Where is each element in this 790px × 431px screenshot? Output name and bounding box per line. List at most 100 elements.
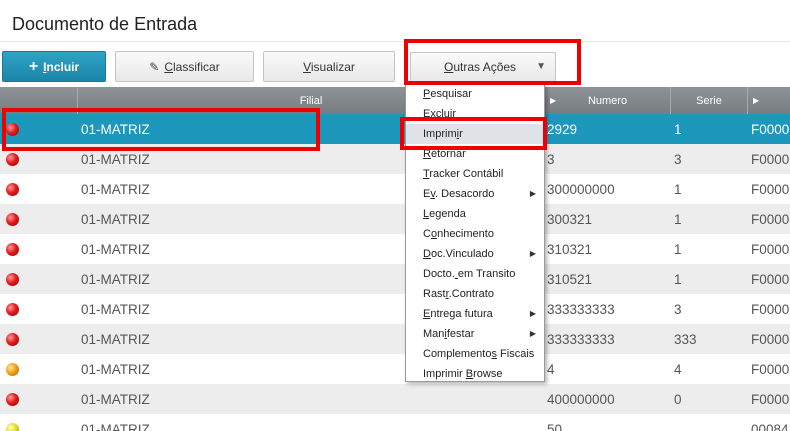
status-cell <box>0 204 78 234</box>
visualizar-button[interactable]: Visualizar <box>263 51 395 82</box>
menu-item-label: Doc.Vinculado <box>423 248 494 260</box>
serie-cell: 3 <box>674 151 682 167</box>
numero-cell: 2929 <box>547 121 578 137</box>
table-row[interactable]: 01-MATRIZ 50 00084 <box>0 414 790 431</box>
menu-item[interactable]: Docto. em Transito <box>406 264 544 284</box>
numero-cell: 4 <box>547 361 555 377</box>
status-red-icon <box>6 392 19 406</box>
status-red-icon <box>6 302 19 316</box>
status-cell <box>0 234 78 264</box>
table-row[interactable]: 01-MATRIZ 300000000 1 F0000 <box>0 174 790 204</box>
column-header-numero[interactable]: ▶ Numero <box>545 87 671 114</box>
plus-icon: + <box>28 57 39 75</box>
fornecedor-cell: F0000 <box>751 361 790 377</box>
numero-cell: 3 <box>547 151 555 167</box>
serie-cell: 1 <box>674 121 682 137</box>
fornecedor-cell: F0000 <box>751 181 790 197</box>
menu-item-label: Legenda <box>423 208 466 220</box>
menu-item-label: Imprimir Browse <box>423 368 503 380</box>
numero-cell: 50 <box>547 421 563 431</box>
numero-cell: 300321 <box>547 211 593 227</box>
fornecedor-cell: F0000 <box>751 151 790 167</box>
fornecedor-cell: F0000 <box>751 271 790 287</box>
column-header-fornecedor[interactable]: ▶ <box>748 87 790 114</box>
status-yellow-icon <box>6 422 19 431</box>
status-orange-icon <box>6 362 19 376</box>
menu-item[interactable]: Doc.Vinculado ▶ <box>406 244 544 264</box>
page-title: Documento de Entrada <box>12 14 198 34</box>
serie-cell: 1 <box>674 241 682 257</box>
menu-item[interactable]: Ev. Desacordo ▶ <box>406 184 544 204</box>
numero-cell: 300000000 <box>547 181 615 197</box>
menu-item[interactable]: Manifestar ▶ <box>406 324 544 344</box>
menu-item-label: Rastr.Contrato <box>423 288 494 300</box>
status-red-icon <box>6 152 19 166</box>
filial-cell: 01-MATRIZ <box>81 421 150 431</box>
red-highlight-selected-row <box>2 108 320 151</box>
submenu-arrow-icon: ▶ <box>529 309 536 318</box>
classificar-label: Classificar <box>164 59 220 74</box>
menu-item-label: Complementos Fiscais <box>423 348 535 360</box>
table-row[interactable]: 01-MATRIZ 300321 1 F0000 <box>0 204 790 234</box>
menu-item[interactable]: Complementos Fiscais <box>406 344 544 364</box>
status-cell <box>0 264 78 294</box>
title-divider <box>0 41 790 42</box>
status-cell <box>0 324 78 354</box>
table-row[interactable]: 01-MATRIZ 333333333 333 F0000 <box>0 324 790 354</box>
fornecedor-cell: F0000 <box>751 391 790 407</box>
serie-cell: 1 <box>674 211 682 227</box>
fornecedor-cell: 00084 <box>751 421 789 431</box>
fornecedor-cell: F0000 <box>751 211 790 227</box>
sort-arrow-icon: ▶ <box>550 96 557 105</box>
serie-cell: 333 <box>674 331 697 347</box>
menu-item[interactable]: Legenda <box>406 204 544 224</box>
column-header-numero-label: Numero <box>587 94 628 107</box>
status-red-icon <box>6 332 19 346</box>
menu-item-label: Docto. em Transito <box>423 268 516 280</box>
fornecedor-cell: F0000 <box>751 241 790 257</box>
menu-item[interactable]: Conhecimento <box>406 224 544 244</box>
menu-item[interactable]: Rastr.Contrato <box>406 284 544 304</box>
fornecedor-cell: F0000 <box>751 121 790 137</box>
visualizar-label: Visualizar <box>303 59 355 74</box>
serie-cell: 4 <box>674 361 682 377</box>
incluir-label: Incluir <box>43 59 80 74</box>
serie-cell: 3 <box>674 301 682 317</box>
status-red-icon <box>6 272 19 286</box>
status-red-icon <box>6 242 19 256</box>
menu-item-label: Conhecimento <box>423 228 494 240</box>
menu-item[interactable]: Tracker Contábil <box>406 164 544 184</box>
status-cell <box>0 174 78 204</box>
fornecedor-cell: F0000 <box>751 331 790 347</box>
table-row[interactable]: 01-MATRIZ 4 4 F0000 <box>0 354 790 384</box>
red-highlight-imprimir <box>400 117 547 150</box>
filial-cell: 01-MATRIZ <box>81 391 150 407</box>
classificar-button[interactable]: ✎ Classificar <box>115 51 254 82</box>
menu-item-label: Ev. Desacordo <box>423 188 495 200</box>
menu-item-label: Manifestar <box>423 328 475 340</box>
menu-item[interactable]: Entrega futura ▶ <box>406 304 544 324</box>
incluir-button[interactable]: + Incluir <box>2 51 106 82</box>
red-highlight-outras-acoes <box>404 39 581 85</box>
serie-cell: 0 <box>674 391 682 407</box>
status-red-icon <box>6 182 19 196</box>
table-row[interactable]: 01-MATRIZ 310321 1 F0000 <box>0 234 790 264</box>
status-cell <box>0 384 78 414</box>
menu-item[interactable]: Pesquisar <box>406 84 544 104</box>
submenu-arrow-icon: ▶ <box>529 329 536 338</box>
fornecedor-cell: F0000 <box>751 301 790 317</box>
column-header-serie[interactable]: Serie <box>671 87 748 114</box>
table-row[interactable]: 01-MATRIZ 400000000 0 F0000 <box>0 384 790 414</box>
serie-cell: 1 <box>674 181 682 197</box>
status-cell <box>0 414 78 431</box>
numero-cell: 333333333 <box>547 301 615 317</box>
serie-cell: 1 <box>674 271 682 287</box>
grid-body: 01-MATRIZ 2929 1 F0000 01-MATRIZ 3 3 F0000 01-MA… <box>0 114 790 431</box>
table-row[interactable]: 01-MATRIZ 310521 1 F0000 <box>0 264 790 294</box>
submenu-arrow-icon: ▶ <box>529 249 536 258</box>
menu-item[interactable]: Imprimir Browse <box>406 364 544 384</box>
table-row[interactable]: 01-MATRIZ 333333333 3 F0000 <box>0 294 790 324</box>
status-cell <box>0 294 78 324</box>
submenu-arrow-icon: ▶ <box>529 189 536 198</box>
sort-arrow-icon: ▶ <box>753 96 760 105</box>
